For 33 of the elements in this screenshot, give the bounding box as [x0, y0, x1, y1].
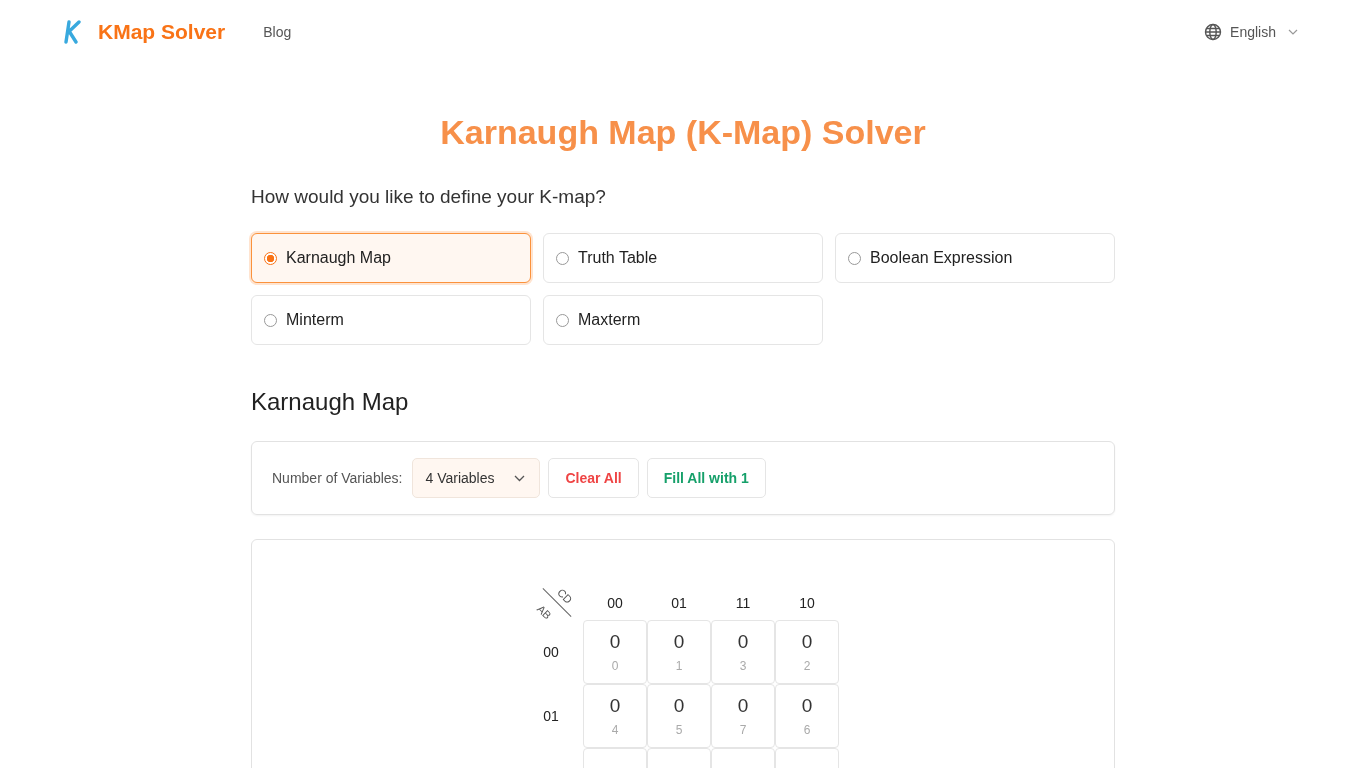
kmap-cell[interactable]: 0 4 — [583, 684, 647, 748]
column-variable-label: CD — [555, 586, 575, 606]
logo-icon[interactable] — [64, 20, 82, 44]
column-header: 01 — [670, 594, 688, 613]
page-title: Karnaugh Map (K-Map) Solver — [439, 112, 927, 153]
kmap-cell[interactable]: 0 6 — [775, 684, 839, 748]
option-card[interactable]: Minterm — [251, 295, 531, 345]
column-header: 00 — [606, 594, 624, 613]
question-text: How would you like to define your K-map? — [251, 186, 607, 208]
column-header: 10 — [798, 594, 816, 613]
kmap-cell[interactable]: 0 3 — [711, 620, 775, 684]
row-variable-label: AB — [534, 602, 554, 622]
option-card[interactable]: Karnaugh Map — [251, 233, 531, 283]
variables-label: Number of Variables: — [272, 470, 403, 486]
option-card[interactable]: Truth Table — [543, 233, 823, 283]
chevron-icon — [1288, 29, 1298, 35]
kmap-cell[interactable]: 0 0 — [583, 620, 647, 684]
clear-all-button[interactable]: Clear All — [548, 458, 639, 498]
language-selector[interactable]: English — [1198, 19, 1304, 45]
row-header: 00 — [542, 643, 560, 662]
kmap-cell[interactable]: 0 1 — [647, 620, 711, 684]
column-header: 11 — [734, 594, 752, 613]
chevron-icon — [514, 474, 526, 482]
nav-link[interactable]: Blog — [263, 24, 292, 40]
kmap-cell[interactable]: 0 5 — [647, 684, 711, 748]
option-card[interactable]: Maxterm — [543, 295, 823, 345]
globe-icon — [1204, 23, 1223, 41]
variables-dropdown[interactable]: 4 Variables — [412, 458, 541, 498]
kmap-cell[interactable]: 0 7 — [711, 684, 775, 748]
section-heading: Karnaugh Map — [251, 387, 410, 417]
option-card[interactable]: Boolean Expression — [835, 233, 1115, 283]
kmap-cell[interactable]: 0 2 — [775, 620, 839, 684]
row-header: 01 — [542, 707, 560, 726]
